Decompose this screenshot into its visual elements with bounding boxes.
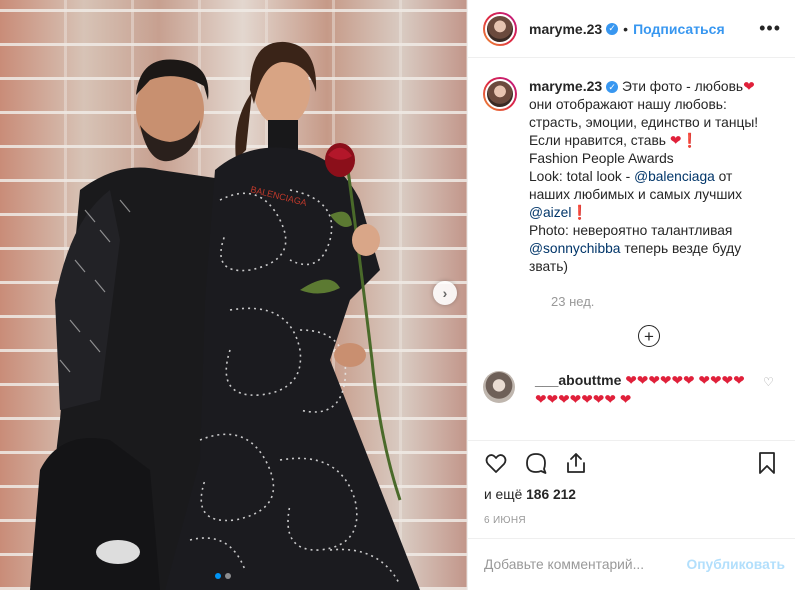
comment-like-icon[interactable]: ♡	[763, 375, 774, 409]
comments-section: maryme.23 ✓ Эти фото - любовь❤ они отобра…	[468, 59, 795, 439]
add-comment-box: Опубликовать	[468, 538, 795, 590]
caption-line: Photo: невероятно талантливая	[529, 223, 733, 238]
carousel-next-button[interactable]: ›	[433, 281, 457, 305]
more-options-icon[interactable]: •••	[759, 18, 781, 39]
commenter-avatar[interactable]	[483, 371, 515, 403]
verified-icon: ✓	[606, 22, 619, 35]
caption-line: они отображают нашу любовь:	[529, 97, 727, 112]
like-heart-icon[interactable]	[484, 451, 508, 475]
load-more-comments-button[interactable]: +	[638, 325, 660, 347]
caption-line: наших любимых и самых лучших	[529, 187, 742, 202]
verified-icon: ✓	[606, 81, 619, 93]
caption-line: Look: total look -	[529, 169, 635, 184]
post-header: maryme.23 ✓ • Подписаться •••	[468, 0, 795, 58]
header-separator: •	[623, 20, 629, 37]
mention-link-aizel[interactable]: @aizel	[529, 205, 571, 220]
comment-input[interactable]	[484, 557, 687, 572]
caption-line: теперь везде буду	[620, 241, 742, 256]
heart-emoji-icon: ❤	[669, 133, 682, 148]
follow-button[interactable]: Подписаться	[633, 21, 725, 37]
carousel-dots	[215, 573, 231, 579]
share-icon[interactable]	[564, 451, 588, 475]
caption-line: Если нравится, ставь	[529, 133, 666, 148]
action-bar	[468, 440, 795, 484]
caption-text: maryme.23 ✓ Эти фото - любовь❤ они отобра…	[529, 77, 774, 276]
caption-line: Fashion People Awards	[529, 151, 674, 166]
post-relative-time[interactable]: 23 нед.	[551, 294, 781, 309]
author-avatar[interactable]	[483, 11, 517, 46]
caption-line: от	[714, 169, 733, 184]
caption-author-avatar[interactable]	[483, 77, 517, 111]
comment-bubble-icon[interactable]	[524, 451, 548, 475]
caption-line: звать)	[529, 259, 568, 274]
comment-text: ___abouttme ❤❤❤❤❤❤ ❤❤❤❤❤❤❤❤❤❤❤ ❤	[535, 371, 753, 409]
post-photo[interactable]: BALENCIAGA ›	[0, 0, 467, 590]
carousel-dot-active	[215, 573, 221, 579]
carousel-dot	[225, 573, 231, 579]
commenter-username[interactable]: ___abouttme	[535, 372, 621, 388]
caption-avatar-image	[485, 79, 515, 109]
likes-count: 186 212	[526, 487, 576, 502]
comment-item: ___abouttme ❤❤❤❤❤❤ ❤❤❤❤❤❤❤❤❤❤❤ ❤ ♡	[483, 371, 781, 409]
likes-summary[interactable]: и ещё 186 212	[484, 487, 576, 502]
caption: maryme.23 ✓ Эти фото - любовь❤ они отобра…	[483, 77, 781, 276]
caption-line: страсть, эмоции, единство и танцы!	[529, 115, 759, 130]
post-date[interactable]: 6 ИЮНЯ	[484, 515, 526, 526]
exclamation-emoji-icon: ❗	[571, 205, 589, 220]
author-avatar-image	[485, 13, 515, 44]
couple-illustration: BALENCIAGA	[30, 41, 420, 590]
mention-link-sonnychibba[interactable]: @sonnychibba	[529, 241, 620, 256]
publish-button[interactable]: Опубликовать	[686, 557, 785, 572]
author-username[interactable]: maryme.23	[529, 21, 602, 37]
exclamation-emoji-icon: ❗	[681, 133, 699, 148]
post-side-panel: maryme.23 ✓ • Подписаться ••• maryme.23 ✓…	[467, 0, 795, 590]
mention-link-balenciaga[interactable]: @balenciaga	[634, 169, 715, 184]
heart-emoji-icon: ❤	[743, 79, 755, 94]
caption-username[interactable]: maryme.23	[529, 78, 602, 94]
caption-line: Эти фото - любовь	[622, 79, 744, 94]
likes-prefix: и ещё	[484, 487, 523, 502]
bookmark-icon[interactable]	[755, 451, 779, 475]
